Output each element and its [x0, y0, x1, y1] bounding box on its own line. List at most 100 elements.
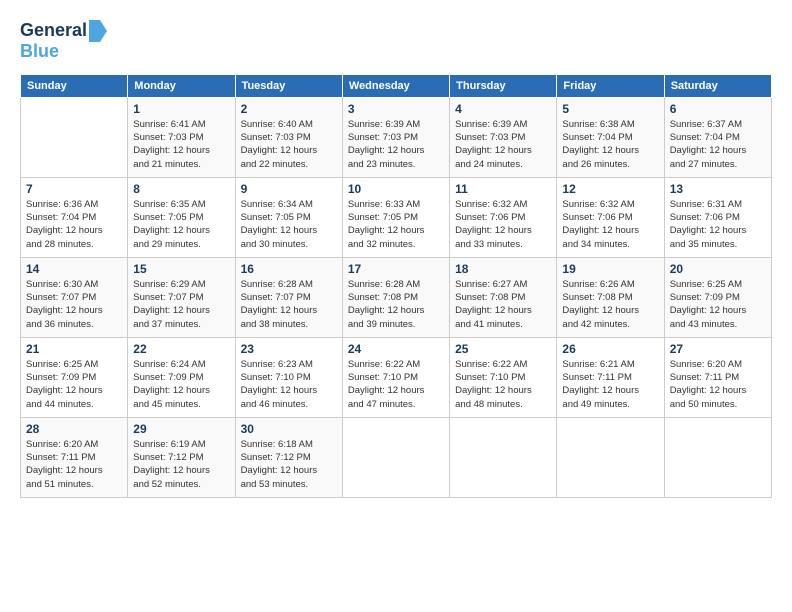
day-cell: 10Sunrise: 6:33 AM Sunset: 7:05 PM Dayli…	[342, 177, 449, 257]
day-number: 23	[241, 342, 337, 356]
day-cell	[450, 417, 557, 497]
day-number: 3	[348, 102, 444, 116]
day-info: Sunrise: 6:41 AM Sunset: 7:03 PM Dayligh…	[133, 118, 229, 171]
day-info: Sunrise: 6:22 AM Sunset: 7:10 PM Dayligh…	[348, 358, 444, 411]
day-number: 9	[241, 182, 337, 196]
header: General Blue	[20, 20, 772, 62]
day-info: Sunrise: 6:35 AM Sunset: 7:05 PM Dayligh…	[133, 198, 229, 251]
day-cell: 8 Sunrise: 6:35 AM Sunset: 7:05 PM Daylig…	[128, 177, 235, 257]
day-info: Sunrise: 6:29 AM Sunset: 7:07 PM Dayligh…	[133, 278, 229, 331]
day-info: Sunrise: 6:30 AM Sunset: 7:07 PM Dayligh…	[26, 278, 122, 331]
day-info: Sunrise: 6:28 AM Sunset: 7:08 PM Dayligh…	[348, 278, 444, 331]
day-cell: 15 Sunrise: 6:29 AM Sunset: 7:07 PM Dayli…	[128, 257, 235, 337]
col-header-sunday: Sunday	[21, 74, 128, 97]
day-info: Sunrise: 6:24 AM Sunset: 7:09 PM Dayligh…	[133, 358, 229, 411]
day-info: Sunrise: 6:39 AM Sunset: 7:03 PM Dayligh…	[348, 118, 444, 171]
day-cell: 9 Sunrise: 6:34 AM Sunset: 7:05 PM Daylig…	[235, 177, 342, 257]
day-number: 26	[562, 342, 658, 356]
day-info: Sunrise: 6:21 AM Sunset: 7:11 PM Dayligh…	[562, 358, 658, 411]
day-number: 19	[562, 262, 658, 276]
day-cell	[342, 417, 449, 497]
day-number: 15	[133, 262, 229, 276]
day-info: Sunrise: 6:31 AM Sunset: 7:06 PM Dayligh…	[670, 198, 766, 251]
week-row-2: 7 Sunrise: 6:36 AM Sunset: 7:04 PM Daylig…	[21, 177, 772, 257]
calendar-table: SundayMondayTuesdayWednesdayThursdayFrid…	[20, 74, 772, 498]
day-number: 10	[348, 182, 444, 196]
logo-text-line1: General	[20, 21, 87, 41]
day-cell: 3 Sunrise: 6:39 AM Sunset: 7:03 PM Daylig…	[342, 97, 449, 177]
week-row-4: 21 Sunrise: 6:25 AM Sunset: 7:09 PM Dayli…	[21, 337, 772, 417]
day-cell: 21 Sunrise: 6:25 AM Sunset: 7:09 PM Dayli…	[21, 337, 128, 417]
week-row-3: 14 Sunrise: 6:30 AM Sunset: 7:07 PM Dayli…	[21, 257, 772, 337]
day-cell: 20 Sunrise: 6:25 AM Sunset: 7:09 PM Dayli…	[664, 257, 771, 337]
day-number: 25	[455, 342, 551, 356]
col-header-monday: Monday	[128, 74, 235, 97]
day-number: 1	[133, 102, 229, 116]
col-header-thursday: Thursday	[450, 74, 557, 97]
day-info: Sunrise: 6:19 AM Sunset: 7:12 PM Dayligh…	[133, 438, 229, 491]
day-cell: 1 Sunrise: 6:41 AM Sunset: 7:03 PM Daylig…	[128, 97, 235, 177]
col-header-tuesday: Tuesday	[235, 74, 342, 97]
day-info: Sunrise: 6:40 AM Sunset: 7:03 PM Dayligh…	[241, 118, 337, 171]
day-number: 2	[241, 102, 337, 116]
day-number: 16	[241, 262, 337, 276]
day-cell: 11 Sunrise: 6:32 AM Sunset: 7:06 PM Dayli…	[450, 177, 557, 257]
day-cell: 12Sunrise: 6:32 AM Sunset: 7:06 PM Dayli…	[557, 177, 664, 257]
day-cell: 17 Sunrise: 6:28 AM Sunset: 7:08 PM Dayli…	[342, 257, 449, 337]
week-row-1: 1 Sunrise: 6:41 AM Sunset: 7:03 PM Daylig…	[21, 97, 772, 177]
day-number: 7	[26, 182, 122, 196]
day-cell: 30Sunrise: 6:18 AM Sunset: 7:12 PM Dayli…	[235, 417, 342, 497]
day-cell: 29 Sunrise: 6:19 AM Sunset: 7:12 PM Dayli…	[128, 417, 235, 497]
day-number: 30	[241, 422, 337, 436]
col-header-saturday: Saturday	[664, 74, 771, 97]
day-number: 29	[133, 422, 229, 436]
day-cell: 13 Sunrise: 6:31 AM Sunset: 7:06 PM Dayli…	[664, 177, 771, 257]
day-cell: 22 Sunrise: 6:24 AM Sunset: 7:09 PM Dayli…	[128, 337, 235, 417]
day-info: Sunrise: 6:38 AM Sunset: 7:04 PM Dayligh…	[562, 118, 658, 171]
day-cell: 18 Sunrise: 6:27 AM Sunset: 7:08 PM Dayli…	[450, 257, 557, 337]
day-number: 8	[133, 182, 229, 196]
day-number: 14	[26, 262, 122, 276]
day-cell: 26 Sunrise: 6:21 AM Sunset: 7:11 PM Dayli…	[557, 337, 664, 417]
day-cell	[557, 417, 664, 497]
day-info: Sunrise: 6:25 AM Sunset: 7:09 PM Dayligh…	[670, 278, 766, 331]
day-info: Sunrise: 6:36 AM Sunset: 7:04 PM Dayligh…	[26, 198, 122, 251]
day-cell: 19Sunrise: 6:26 AM Sunset: 7:08 PM Dayli…	[557, 257, 664, 337]
day-number: 5	[562, 102, 658, 116]
day-info: Sunrise: 6:39 AM Sunset: 7:03 PM Dayligh…	[455, 118, 551, 171]
logo-arrow-icon	[89, 20, 107, 42]
day-info: Sunrise: 6:28 AM Sunset: 7:07 PM Dayligh…	[241, 278, 337, 331]
day-info: Sunrise: 6:32 AM Sunset: 7:06 PM Dayligh…	[562, 198, 658, 251]
day-cell: 27 Sunrise: 6:20 AM Sunset: 7:11 PM Dayli…	[664, 337, 771, 417]
day-cell: 25Sunrise: 6:22 AM Sunset: 7:10 PM Dayli…	[450, 337, 557, 417]
day-number: 27	[670, 342, 766, 356]
day-cell: 5 Sunrise: 6:38 AM Sunset: 7:04 PM Daylig…	[557, 97, 664, 177]
day-number: 22	[133, 342, 229, 356]
logo: General Blue	[20, 20, 107, 62]
day-cell: 14 Sunrise: 6:30 AM Sunset: 7:07 PM Dayli…	[21, 257, 128, 337]
day-number: 13	[670, 182, 766, 196]
day-info: Sunrise: 6:23 AM Sunset: 7:10 PM Dayligh…	[241, 358, 337, 411]
day-cell: 7 Sunrise: 6:36 AM Sunset: 7:04 PM Daylig…	[21, 177, 128, 257]
day-info: Sunrise: 6:32 AM Sunset: 7:06 PM Dayligh…	[455, 198, 551, 251]
day-info: Sunrise: 6:34 AM Sunset: 7:05 PM Dayligh…	[241, 198, 337, 251]
day-cell: 23 Sunrise: 6:23 AM Sunset: 7:10 PM Dayli…	[235, 337, 342, 417]
day-number: 17	[348, 262, 444, 276]
day-info: Sunrise: 6:25 AM Sunset: 7:09 PM Dayligh…	[26, 358, 122, 411]
day-number: 21	[26, 342, 122, 356]
day-info: Sunrise: 6:20 AM Sunset: 7:11 PM Dayligh…	[26, 438, 122, 491]
day-cell: 6 Sunrise: 6:37 AM Sunset: 7:04 PM Daylig…	[664, 97, 771, 177]
day-info: Sunrise: 6:27 AM Sunset: 7:08 PM Dayligh…	[455, 278, 551, 331]
day-number: 24	[348, 342, 444, 356]
day-number: 20	[670, 262, 766, 276]
day-cell	[664, 417, 771, 497]
day-cell: 28Sunrise: 6:20 AM Sunset: 7:11 PM Dayli…	[21, 417, 128, 497]
day-number: 18	[455, 262, 551, 276]
day-number: 6	[670, 102, 766, 116]
col-header-wednesday: Wednesday	[342, 74, 449, 97]
day-info: Sunrise: 6:20 AM Sunset: 7:11 PM Dayligh…	[670, 358, 766, 411]
day-info: Sunrise: 6:37 AM Sunset: 7:04 PM Dayligh…	[670, 118, 766, 171]
week-row-5: 28Sunrise: 6:20 AM Sunset: 7:11 PM Dayli…	[21, 417, 772, 497]
day-number: 11	[455, 182, 551, 196]
day-number: 4	[455, 102, 551, 116]
